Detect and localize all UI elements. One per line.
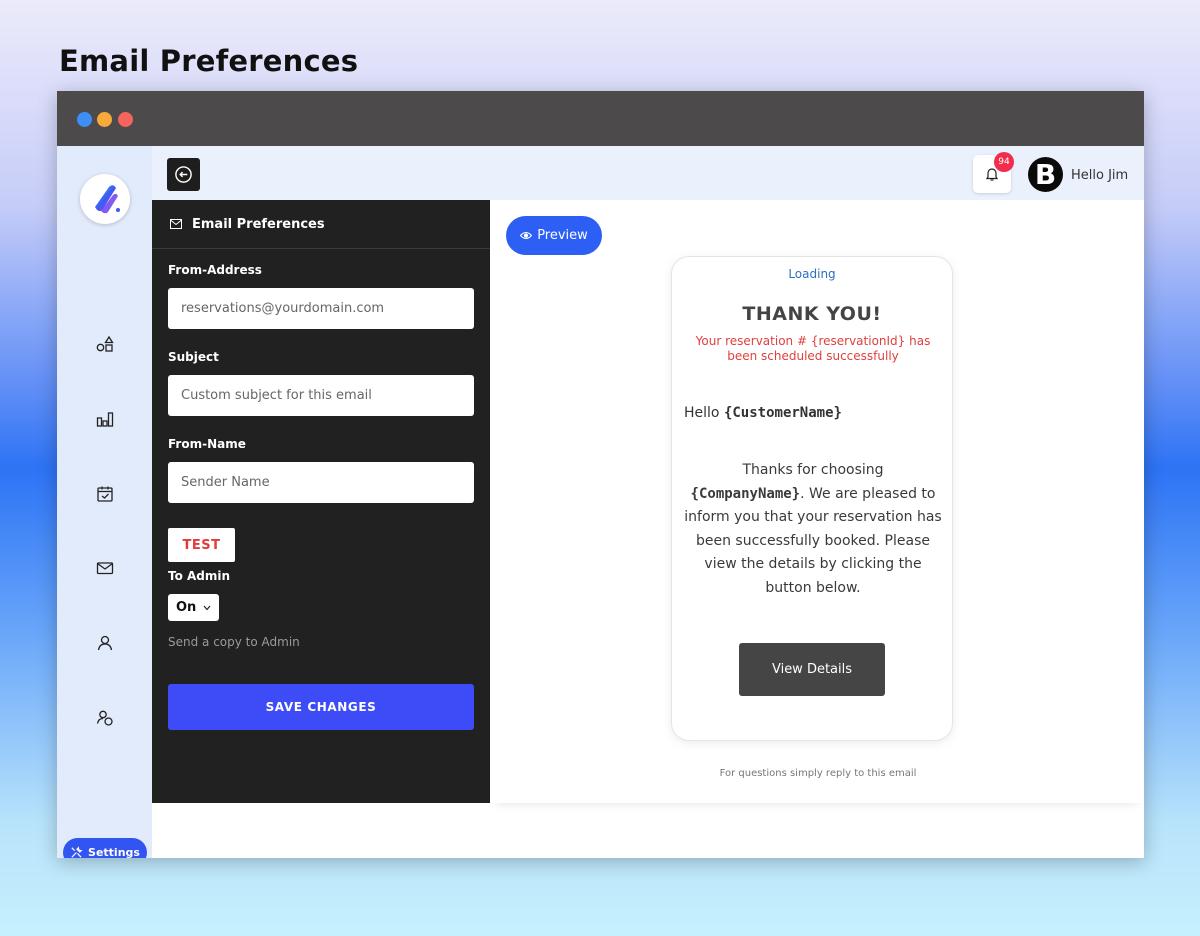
user-greeting: Hello Jim (1071, 168, 1129, 183)
sidebar: Settings (57, 146, 152, 858)
back-button[interactable] (167, 158, 200, 191)
to-admin-select[interactable]: On (168, 594, 219, 621)
window-titlebar (57, 91, 1144, 146)
subject-input[interactable] (168, 375, 474, 416)
from-address-input[interactable] (168, 288, 474, 329)
to-admin-value: On (176, 600, 197, 615)
loading-text: Loading (788, 267, 836, 281)
email-preview-card: Loading THANK YOU! Your reservation # {r… (671, 256, 953, 741)
settings-label: Settings (88, 846, 140, 858)
reservation-status-text: Your reservation # {reservationId} has b… (695, 334, 931, 363)
from-address-label: From-Address (168, 263, 262, 277)
save-changes-button[interactable]: SAVE CHANGES (168, 684, 474, 730)
back-arrow-icon (175, 166, 192, 183)
thank-you-heading: THANK YOU! (742, 303, 882, 325)
mail-icon[interactable] (95, 558, 115, 578)
settings-button[interactable]: Settings (63, 838, 147, 858)
mail-icon (170, 219, 182, 229)
to-admin-hint: Send a copy to Admin (168, 635, 300, 649)
notification-badge: 94 (994, 152, 1014, 172)
tools-icon (71, 846, 83, 858)
preview-area: Preview Loading THANK YOU! Your reservat… (490, 200, 1144, 803)
subject-label: Subject (168, 350, 219, 364)
avatar[interactable]: B (1028, 157, 1063, 192)
email-preferences-panel: Email Preferences From-Address Subject F… (152, 200, 490, 803)
hello-word: Hello (684, 405, 720, 421)
window-dot-yellow[interactable] (97, 112, 112, 127)
preview-label: Preview (537, 228, 588, 243)
calendar-check-icon[interactable] (95, 484, 115, 504)
users-icon[interactable] (95, 708, 115, 728)
customer-name-var: {CustomerName} (723, 405, 842, 421)
chevron-down-icon (203, 605, 211, 610)
user-icon[interactable] (95, 633, 115, 653)
view-details-button[interactable]: View Details (739, 643, 885, 696)
email-message: Thanks for choosing {CompanyName}. We ar… (684, 459, 942, 600)
topbar: 94 B Hello Jim (152, 146, 1144, 200)
page-title: Email Preferences (59, 44, 359, 78)
company-name-var: {CompanyName} (690, 485, 801, 502)
app-window: Settings 94 B Hello Jim Email Preference… (57, 91, 1144, 858)
panel-title: Email Preferences (192, 216, 325, 232)
customer-greeting: Hello {CustomerName} (684, 405, 842, 421)
logo-icon (95, 185, 120, 214)
bar-chart-icon[interactable] (95, 409, 115, 429)
from-name-input[interactable] (168, 462, 474, 503)
window-dot-blue[interactable] (77, 112, 92, 127)
preview-button[interactable]: Preview (506, 216, 602, 255)
eye-icon (520, 231, 533, 240)
message-end: . We are pleased to inform you that your… (684, 485, 942, 596)
test-button[interactable]: TEST (168, 528, 235, 562)
shapes-icon[interactable] (95, 334, 115, 354)
message-start: Thanks for choosing (742, 462, 884, 478)
from-name-label: From-Name (168, 437, 246, 451)
panel-header: Email Preferences (152, 200, 490, 249)
to-admin-label: To Admin (168, 569, 231, 583)
footer-note: For questions simply reply to this email (719, 768, 917, 779)
app-logo[interactable] (80, 174, 130, 224)
window-dot-red[interactable] (118, 112, 133, 127)
